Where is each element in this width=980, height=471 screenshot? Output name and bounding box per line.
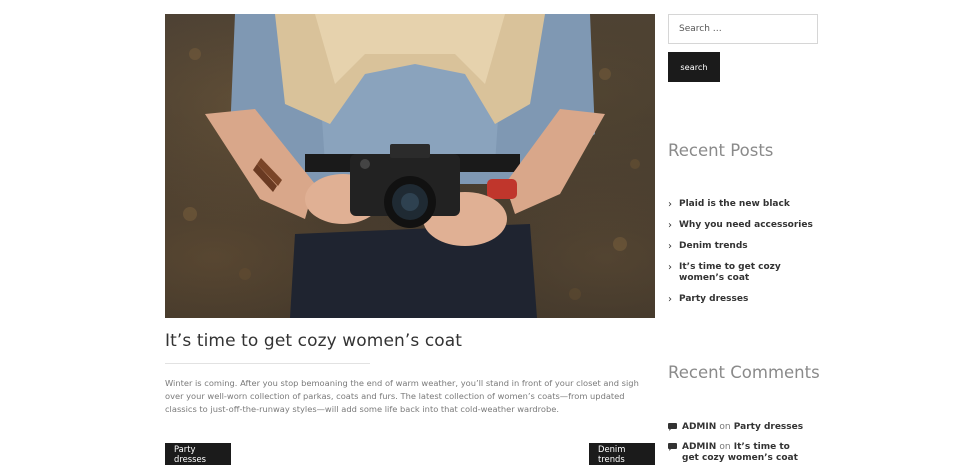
search-button[interactable]: search (668, 52, 720, 82)
chevron-right-icon: › (668, 241, 672, 252)
comment-on-text: on (719, 442, 731, 452)
comment-on-text: on (719, 422, 731, 432)
recent-comment-item: ADMIN on Party dresses (668, 422, 818, 433)
comment-bubble-icon (668, 443, 677, 451)
camera-photo-illustration (183, 14, 640, 318)
recent-posts-title: Recent Posts (668, 141, 774, 160)
recent-comment-item: ADMIN on It’s time to get cozy women’s c… (668, 442, 803, 464)
recent-post-item[interactable]: › Plaid is the new black (668, 199, 818, 210)
chevron-right-icon: › (668, 220, 672, 231)
recent-post-link[interactable]: It’s time to get cozy women’s coat (679, 262, 781, 283)
recent-comments-list: ADMIN on Party dresses ADMIN on It’s tim… (668, 422, 818, 464)
recent-post-item[interactable]: › Why you need accessories (668, 220, 818, 231)
next-post-label: Denim trends (598, 444, 626, 464)
main-content: It’s time to get cozy women’s coat Winte… (165, 14, 655, 416)
recent-post-link[interactable]: Why you need accessories (679, 220, 813, 230)
previous-post-button[interactable]: Party dresses (165, 443, 231, 465)
previous-post-label: Party dresses (174, 444, 206, 464)
chevron-right-icon: › (668, 199, 672, 210)
recent-post-link[interactable]: Party dresses (679, 294, 748, 304)
comment-post-link[interactable]: Party dresses (734, 422, 803, 432)
title-divider (165, 363, 370, 364)
post-title[interactable]: It’s time to get cozy women’s coat (165, 331, 655, 351)
sidebar-search: search (668, 14, 818, 82)
chevron-right-icon: › (668, 294, 672, 305)
recent-posts-list: › Plaid is the new black › Why you need ac… (668, 199, 818, 305)
comment-author-link[interactable]: ADMIN (682, 442, 716, 452)
comment-author-link[interactable]: ADMIN (682, 422, 716, 432)
comment-bubble-icon (668, 423, 677, 431)
recent-post-item[interactable]: › It’s time to get cozy women’s coat (668, 262, 798, 284)
recent-post-item[interactable]: › Denim trends (668, 241, 818, 252)
recent-post-link[interactable]: Plaid is the new black (679, 199, 790, 209)
post-featured-image[interactable] (165, 14, 655, 318)
recent-post-item[interactable]: › Party dresses (668, 294, 818, 305)
post-excerpt: Winter is coming. After you stop bemoani… (165, 378, 639, 414)
search-input[interactable] (668, 14, 818, 44)
recent-post-link[interactable]: Denim trends (679, 241, 748, 251)
next-post-button[interactable]: Denim trends (589, 443, 655, 465)
recent-comments-title: Recent Comments (668, 363, 820, 382)
chevron-right-icon: › (668, 262, 672, 273)
